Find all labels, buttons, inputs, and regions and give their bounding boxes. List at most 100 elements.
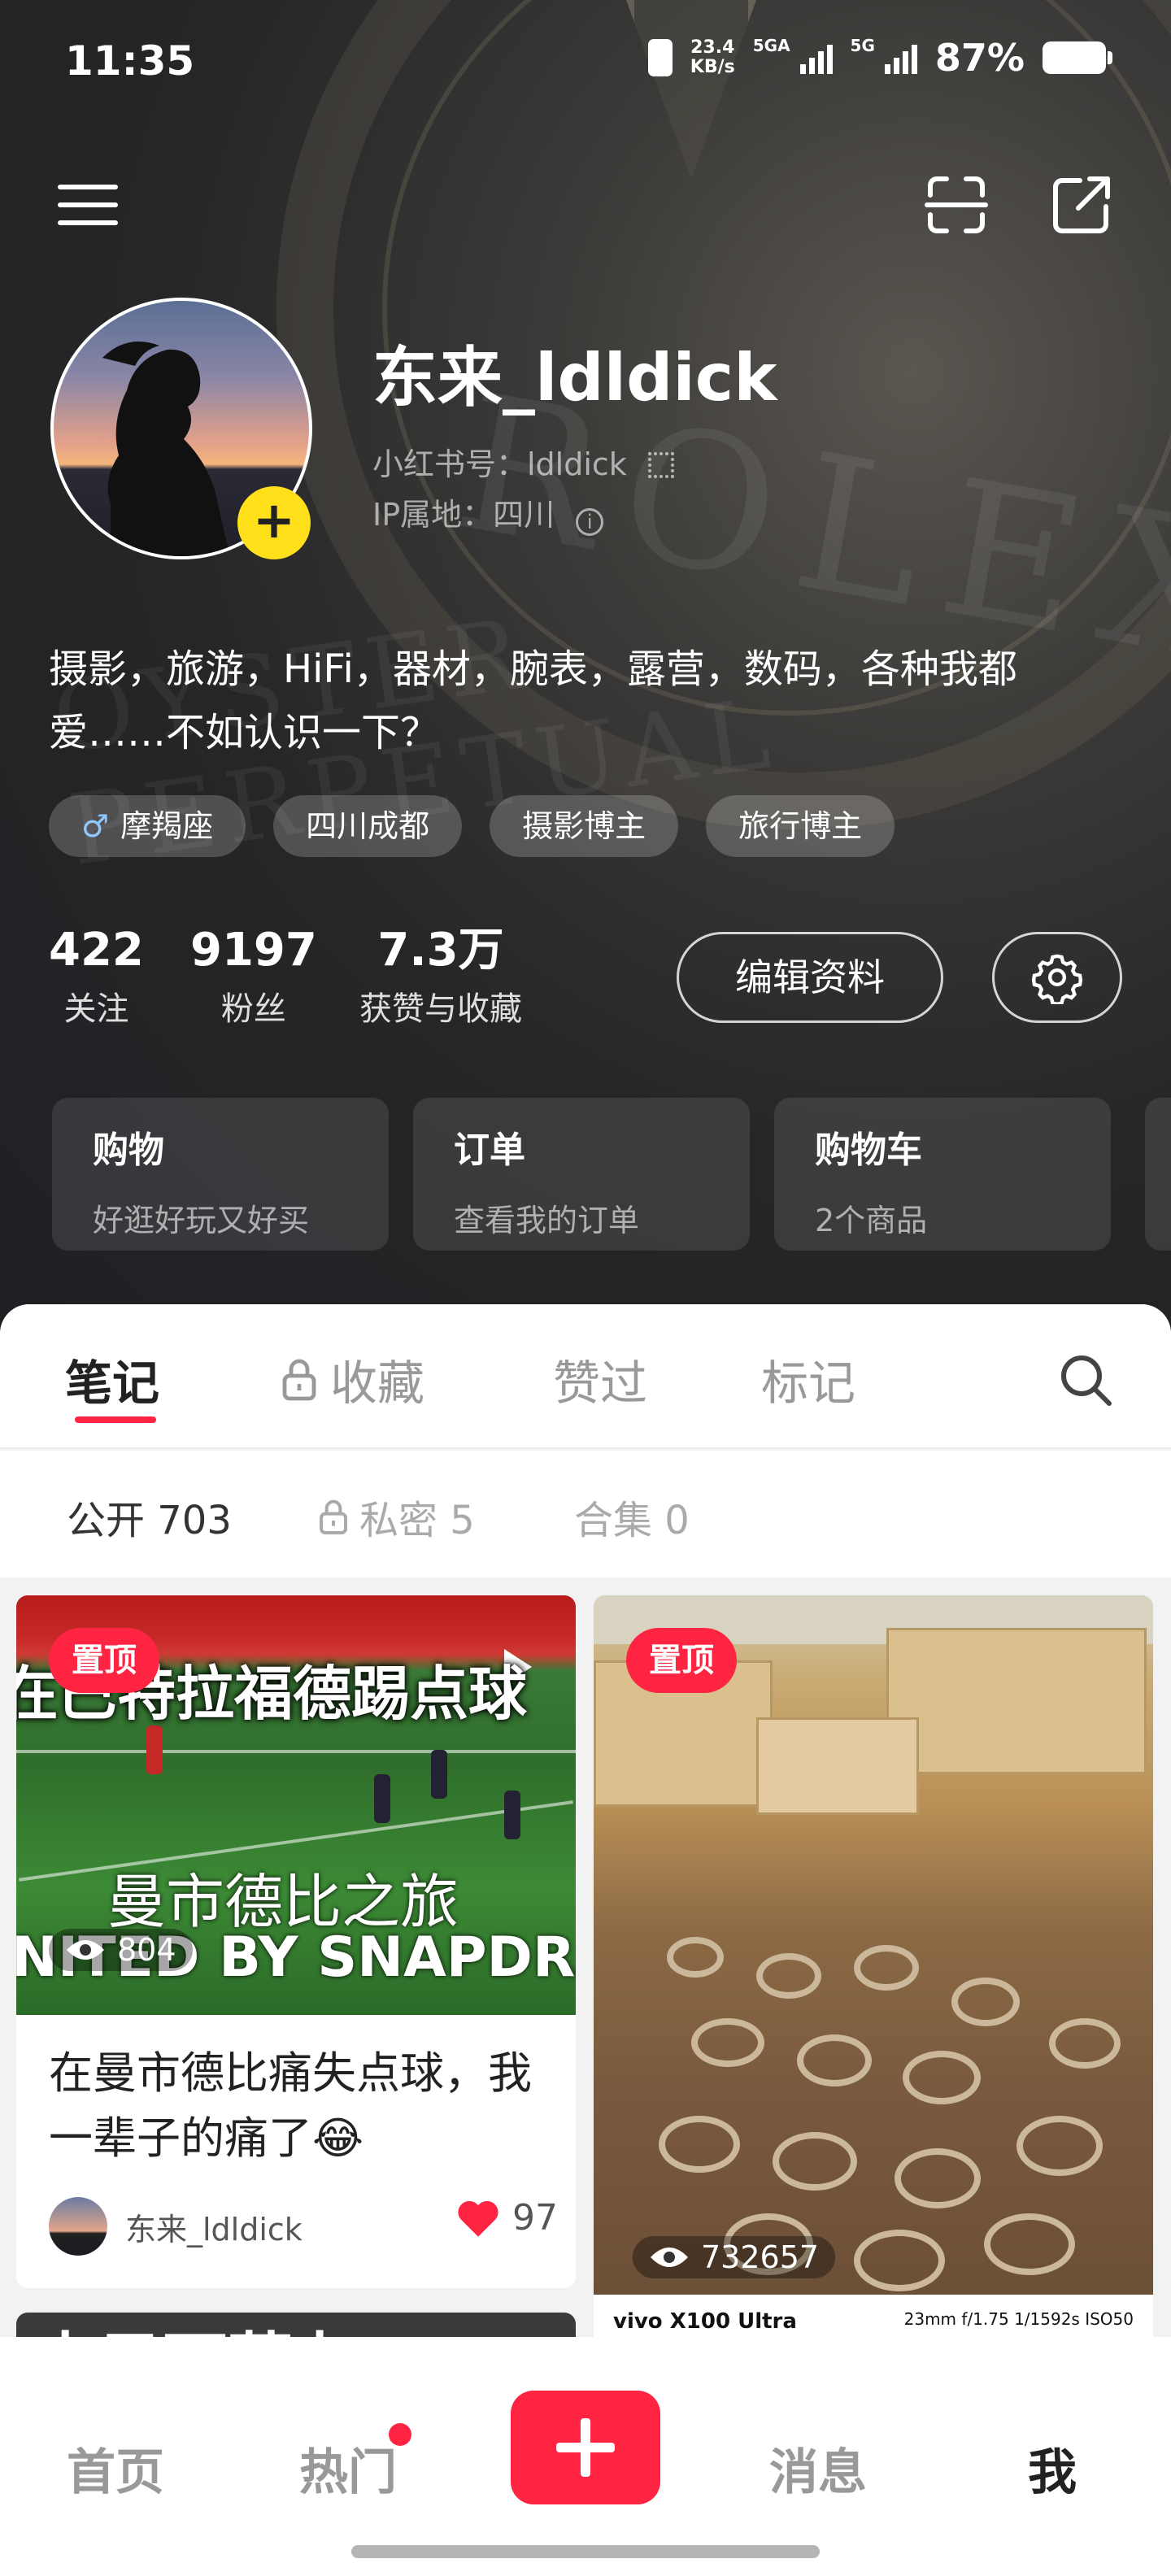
camera-model: vivo X100 Ultra: [613, 2309, 797, 2334]
settings-button[interactable]: [992, 932, 1122, 1023]
scan-icon[interactable]: [922, 171, 990, 239]
note-card[interactable]: 置顶 732657 vivo X100 Ultra 23mm f/1.75 1/…: [594, 1595, 1153, 2392]
eye-icon: [651, 2247, 688, 2267]
tab-label: 标记: [761, 1355, 856, 1411]
ip-location: IP属地：四川 i: [372, 490, 604, 536]
status-time: 11:35: [65, 37, 195, 85]
tab-liked[interactable]: 赞过: [553, 1345, 647, 1413]
tab-notes[interactable]: 笔记: [65, 1345, 159, 1413]
stat-following[interactable]: 422 关注: [49, 924, 144, 1029]
pinned-badge: 置顶: [49, 1628, 159, 1693]
note-author[interactable]: 东来_ldldick: [49, 2197, 303, 2256]
camera-params: 23mm f/1.75 1/1592s ISO50: [903, 2309, 1134, 2329]
username: 东来_ldldick: [372, 340, 777, 416]
lock-icon: [320, 1499, 347, 1535]
ip-location-text: IP属地：四川: [372, 497, 555, 533]
stat-likes-collects[interactable]: 7.3万 获赞与收藏: [359, 924, 522, 1029]
home-indicator[interactable]: [351, 2545, 820, 2558]
sim2-type: 5G: [850, 36, 875, 55]
card-subtitle: 查看我的订单: [454, 1203, 640, 1238]
pinned-badge: 置顶: [626, 1628, 737, 1693]
view-count: 804: [49, 1929, 193, 1971]
stat-value: 9197: [190, 924, 317, 977]
stat-followers[interactable]: 9197 粉丝: [190, 924, 317, 1029]
tab-label: 收藏: [330, 1355, 425, 1411]
signal-icon-sim2: [884, 41, 917, 74]
tag-label: 摄影博主: [522, 808, 646, 844]
vibrate-icon: [647, 39, 673, 76]
note-cover-image: [594, 1595, 1153, 2295]
stat-label: 关注: [63, 990, 129, 1028]
info-icon[interactable]: i: [576, 508, 604, 536]
nav-messages[interactable]: 消息: [769, 2433, 867, 2504]
tag-zodiac[interactable]: ♂ 摩羯座: [49, 795, 246, 857]
menu-icon[interactable]: [54, 171, 122, 239]
tag-traveler[interactable]: 旅行博主: [706, 795, 895, 857]
card-title: 购物: [93, 1129, 164, 1171]
view-count-value: 804: [117, 1932, 176, 1968]
view-count: 732657: [633, 2236, 836, 2278]
card-title: 购物车: [815, 1129, 922, 1171]
bottom-nav: 首页 热门 消息 我: [0, 2337, 1171, 2576]
next-card-peek[interactable]: [1145, 1098, 1171, 1251]
tag-location[interactable]: 四川成都: [273, 795, 463, 857]
publish-button[interactable]: [511, 2391, 660, 2504]
tag-label: 摩羯座: [120, 808, 214, 844]
filter-label: 公开 703: [67, 1498, 232, 1543]
heart-icon: [458, 2200, 498, 2237]
filter-private[interactable]: 私密 5: [317, 1488, 475, 1545]
edit-profile-button[interactable]: 编辑资料: [677, 932, 943, 1023]
active-tab-indicator: [75, 1416, 156, 1423]
tab-collections[interactable]: 收藏: [280, 1345, 424, 1413]
note-filter-bar: 公开 703 私密 5 合集 0: [0, 1451, 1171, 1577]
search-icon[interactable]: [1057, 1351, 1114, 1408]
network-speed-value: 23.4: [690, 37, 735, 58]
qr-code-icon[interactable]: [647, 452, 674, 478]
like-button[interactable]: 97: [455, 2197, 558, 2239]
status-bar: 11:35 23.4 KB/s 5GA 5G 87%: [0, 0, 1171, 122]
note-title: 在曼市德比痛失点球，我一辈子的痛了😂: [49, 2047, 532, 2164]
filter-public[interactable]: 公开 703: [67, 1488, 232, 1545]
orders-card[interactable]: 订单 查看我的订单: [413, 1098, 750, 1251]
tag-label: 旅行博主: [738, 808, 863, 844]
nav-home[interactable]: 首页: [67, 2433, 164, 2504]
nav-trending[interactable]: 热门: [299, 2433, 397, 2504]
tag-photographer[interactable]: 摄影博主: [490, 795, 679, 857]
shortcut-cards: 购物 好逛好玩又好买 订单 查看我的订单 购物车 2个商品: [52, 1098, 1111, 1251]
profile-header: ROLEX OYSTER PERPETUAL 11:35 23.4 KB/s 5…: [0, 0, 1171, 1334]
filter-label: 合集 0: [574, 1498, 690, 1543]
add-avatar-button[interactable]: +: [237, 486, 311, 559]
nav-me[interactable]: 我: [1028, 2433, 1077, 2504]
stat-label: 粉丝: [220, 990, 286, 1028]
notification-badge: [389, 2423, 411, 2446]
status-icons: 23.4 KB/s 5GA 5G 87%: [647, 36, 1112, 80]
card-title: 订单: [454, 1129, 525, 1171]
lock-icon: [282, 1359, 316, 1401]
cart-card[interactable]: 购物车 2个商品: [774, 1098, 1111, 1251]
red-id[interactable]: 小红书号：ldldick: [372, 439, 674, 484]
author-name: 东来_ldldick: [125, 2211, 303, 2247]
share-icon[interactable]: [1047, 171, 1116, 239]
male-icon: ♂: [81, 808, 110, 844]
tab-label: 笔记: [65, 1355, 160, 1411]
card-subtitle: 2个商品: [815, 1203, 928, 1238]
card-subtitle: 好逛好玩又好买: [93, 1203, 310, 1238]
signal-icon-sim1: [799, 41, 833, 74]
view-count-value: 732657: [701, 2239, 820, 2275]
network-speed-unit: KB/s: [690, 57, 735, 77]
like-count: 97: [512, 2197, 558, 2239]
profile-tabs: 笔记 收藏 赞过 标记: [0, 1304, 1171, 1449]
battery-icon: [1043, 41, 1112, 74]
shop-card[interactable]: 购物 好逛好玩又好买: [52, 1098, 389, 1251]
network-speed: 23.4 KB/s: [690, 38, 735, 77]
tab-marked[interactable]: 标记: [761, 1345, 855, 1413]
note-card[interactable]: 在巴特拉福德踢点球 曼市德比之旅 NITED BY SNAPDRAGO 置顶 8…: [16, 1595, 576, 2288]
tab-label: 赞过: [553, 1355, 648, 1411]
tag-label: 四川成都: [306, 808, 430, 844]
stat-label: 获赞与收藏: [359, 990, 522, 1028]
red-id-text: 小红书号：ldldick: [372, 446, 627, 482]
bio: 摄影，旅游，HiFi，器材，腕表，露营，数码，各种我都爱……不如认识一下？: [49, 646, 1017, 755]
stat-value: 422: [49, 924, 144, 977]
filter-albums[interactable]: 合集 0: [574, 1488, 690, 1545]
battery-level: 87%: [934, 36, 1025, 80]
